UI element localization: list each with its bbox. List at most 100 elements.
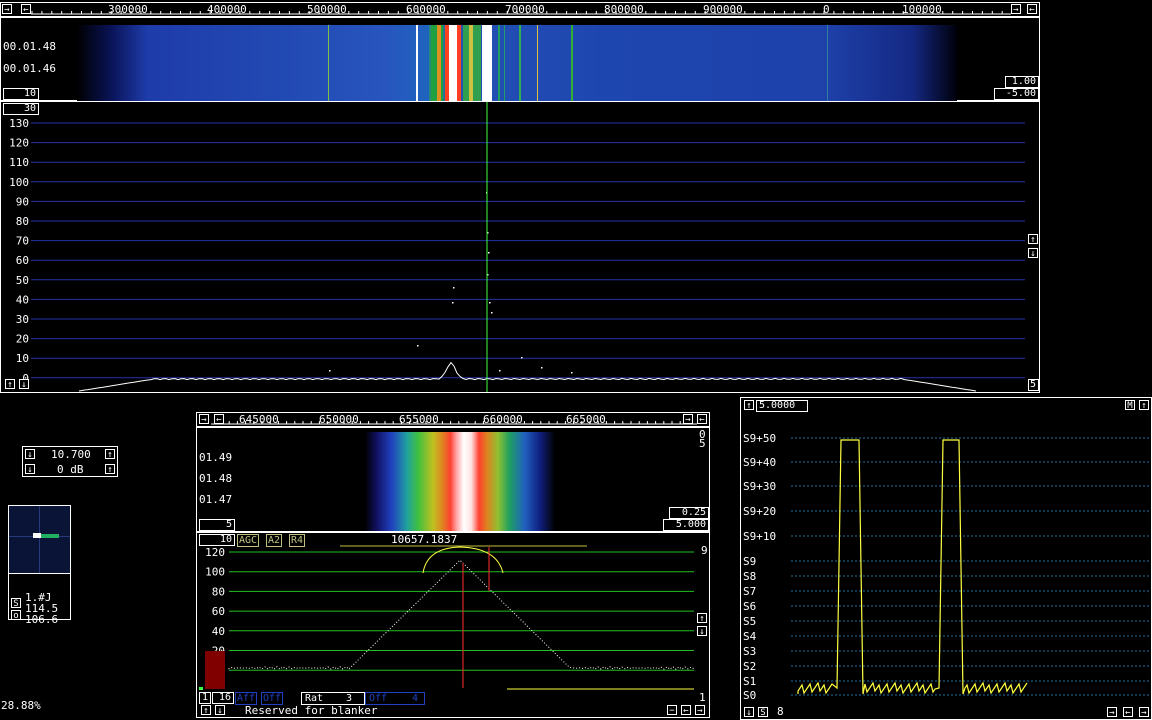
hires-avg-box[interactable]: 10 <box>199 534 235 546</box>
hires-minus-icon[interactable]: − <box>667 705 677 716</box>
hires-scale-left[interactable]: ← <box>214 414 224 425</box>
wf-time-label: 00.01.48 <box>3 40 56 53</box>
smeter-down-icon[interactable]: ↓ <box>744 707 754 718</box>
main-spectrum-graph[interactable]: 30 1301201101009080706050403020100 ↑ ↓ ↑… <box>0 101 1040 393</box>
spec-left-up-icon[interactable]: ↑ <box>5 379 15 390</box>
main-freq-scale[interactable]: ← → → ← 300000 400000 500000 600000 7000… <box>0 2 1040 17</box>
hires-box-b[interactable]: 16 <box>212 692 234 704</box>
hires-wf-zero-box[interactable]: 5.000 <box>663 519 709 531</box>
wf-signal-orange <box>437 25 441 101</box>
freq-tick-label: 100000 <box>902 3 942 16</box>
spec-right-box[interactable]: 5 <box>1028 379 1039 391</box>
hires-wf-avg-box[interactable]: 5 <box>199 519 235 531</box>
freq-tick-label: 300000 <box>108 3 148 16</box>
smeter-level-label: S1 <box>743 675 756 688</box>
hires-scale-right[interactable]: → <box>683 414 693 425</box>
wf-gain-box[interactable]: 1.00 <box>1005 76 1039 88</box>
wf-avg-box[interactable]: 10 <box>3 88 39 100</box>
spectrum-y-tick-label: 100 <box>9 176 29 189</box>
hires-tick-label: 660000 <box>483 413 523 426</box>
hires-freq-scale[interactable]: → ← → ← 645000 650000 655000 660000 6650… <box>196 412 710 427</box>
smeter-level-label: S3 <box>743 645 756 658</box>
spec-scroll-up-icon[interactable]: ↑ <box>1028 234 1038 245</box>
smeter-window[interactable]: ↑ 5.0000 M ↑ S9+50 S9+40 S9+30 S9+20 S9+10 S9… <box>740 397 1152 720</box>
spectrum-y-tick-label: 10 <box>16 352 29 365</box>
smeter-level-label: S9 <box>743 555 756 568</box>
hires-y-tick-label: 80 <box>212 585 225 598</box>
hires-y-tick-label: 40 <box>212 625 225 638</box>
hires-left-icon[interactable]: ← <box>681 705 691 716</box>
hires-y-tick-label: 120 <box>205 546 225 559</box>
hires-down-icon[interactable]: ↓ <box>697 626 707 637</box>
hires-right-icon[interactable]: → <box>695 705 705 716</box>
smeter-level-label: S9+40 <box>743 456 776 469</box>
spectrum-peak-point <box>417 345 419 347</box>
spectrum-y-tick-label: 70 <box>16 235 29 248</box>
spectrum-y-tick-label: 30 <box>16 313 29 326</box>
agc-button[interactable]: AGC <box>237 534 260 547</box>
main-scale-left-arrow[interactable]: ← <box>21 4 31 15</box>
wf-signal-bright <box>449 25 457 101</box>
freq-up-icon[interactable]: ↑ <box>105 449 115 460</box>
smeter-level-label: S5 <box>743 615 756 628</box>
smeter-level-label: S9+20 <box>743 505 776 518</box>
spectrum-y-tick-label: 80 <box>16 215 29 228</box>
main-waterfall-window: ← → → ← 300000 400000 500000 600000 7000… <box>0 0 1040 393</box>
wf-signal-green-line <box>571 25 573 101</box>
smeter-bottom-num: 8 <box>777 705 784 718</box>
wf-signal-green-line <box>537 25 538 101</box>
main-scale-right-arrow[interactable]: → <box>1011 4 1021 15</box>
hires-bottom-right-num: 1 <box>699 691 706 704</box>
freq-value[interactable]: 10.700 <box>51 448 91 461</box>
hires-top-right-b: 5 <box>699 437 706 450</box>
main-waterfall-display[interactable]: 00.01.48 00.01.46 10 1.00 -5.00 <box>0 17 1040 101</box>
position-scope[interactable]: 1.#J S 114.5 o 106.6 <box>8 505 71 626</box>
scope-marker <box>33 533 41 538</box>
smeter-trace <box>797 439 1028 695</box>
spectrum-y-tick-label: 110 <box>9 156 29 169</box>
freq-down-icon[interactable]: ↓ <box>25 449 35 460</box>
spec-scroll-down-icon[interactable]: ↓ <box>1028 248 1038 259</box>
main-scale-left-arrow-outer[interactable]: → <box>2 4 12 15</box>
rat-label: Rat <box>305 693 324 704</box>
hires-scale-left-outer[interactable]: → <box>199 414 209 425</box>
main-scale-right-arrow-outer[interactable]: ← <box>1027 4 1037 15</box>
r4-button[interactable]: R4 <box>289 534 306 547</box>
freq-tick-label: 900000 <box>703 3 743 16</box>
hires-up-icon[interactable]: ↑ <box>697 613 707 624</box>
hires-bottom-down-icon[interactable]: ↓ <box>215 705 225 716</box>
spectrum-y-tick-label: 130 <box>9 117 29 130</box>
hires-waterfall[interactable]: 01.49 01.48 01.47 0 5 5 0.25 5.000 <box>196 427 710 532</box>
hires-bottom-up-icon[interactable]: ↑ <box>201 705 211 716</box>
smeter-right2-icon[interactable]: → <box>1139 707 1149 718</box>
o-label-box[interactable]: o <box>11 610 21 621</box>
smeter-level-label: S8 <box>743 570 756 583</box>
wf-signal-green-line <box>328 25 329 101</box>
smeter-level-label: S6 <box>743 600 756 613</box>
spectrum-peak-point <box>452 302 454 304</box>
a2-button[interactable]: A2 <box>266 534 283 547</box>
freq-control-box: ↓ 10.700 ↑ ↓ 0 dB ↑ <box>22 446 118 477</box>
hires-tick-label: 665000 <box>566 413 606 426</box>
gain-up-icon[interactable]: ↑ <box>105 464 115 475</box>
smeter-right-icon[interactable]: → <box>1107 707 1117 718</box>
wf-signal-bright <box>482 25 492 101</box>
spectrum-peak-point <box>521 357 523 359</box>
hires-wf-time: 01.49 <box>199 451 233 464</box>
s-label-box[interactable]: S <box>11 598 21 609</box>
hires-scale-right-outer[interactable]: ← <box>697 414 707 425</box>
hires-tick-label: 650000 <box>319 413 359 426</box>
smeter-s-button[interactable]: S <box>758 707 768 718</box>
smeter-left-icon[interactable]: ← <box>1123 707 1133 718</box>
freq-tick-label: 400000 <box>207 3 247 16</box>
spec-left-down-icon[interactable]: ↓ <box>19 379 29 390</box>
gain-value[interactable]: 0 dB <box>57 463 84 476</box>
main-waterfall-image <box>77 25 957 101</box>
wf-zero-box[interactable]: -5.00 <box>994 88 1039 100</box>
hires-spectrum-svg: 120100806040200 <box>199 545 695 690</box>
hires-box-a[interactable]: 1 <box>199 692 211 704</box>
hires-wf-gain-box[interactable]: 0.25 <box>669 507 709 519</box>
hires-spectrum[interactable]: 120100806040200 10 AGC A2 R4 10657.1837 … <box>196 532 710 718</box>
gain-down-icon[interactable]: ↓ <box>25 464 35 475</box>
spectrum-peak-point <box>491 312 493 314</box>
